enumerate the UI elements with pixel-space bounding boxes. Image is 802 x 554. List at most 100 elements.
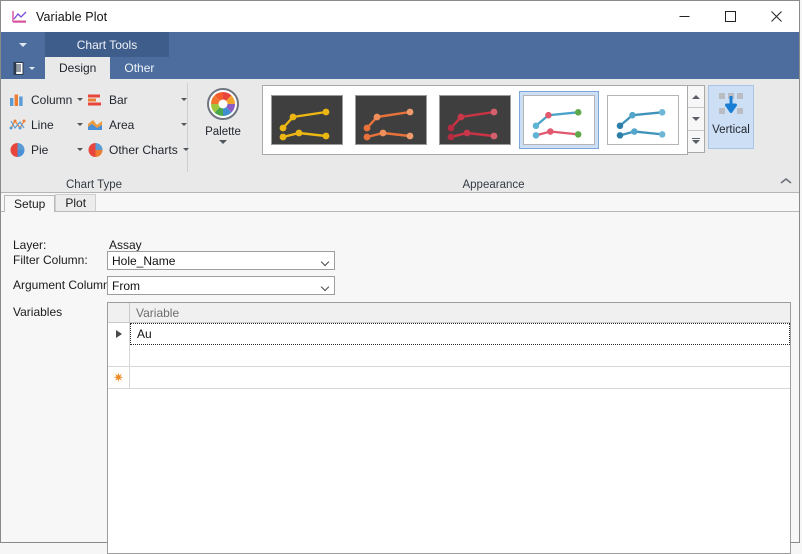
other-charts-icon: [87, 142, 104, 158]
chart-type-line[interactable]: Line: [7, 112, 85, 137]
variables-grid[interactable]: Variable Au ✷: [107, 302, 791, 554]
cell-variable[interactable]: [130, 345, 790, 366]
color-wheel-icon: [206, 87, 240, 124]
row-indicator: [108, 345, 130, 366]
grid-corner-cell: [108, 303, 130, 322]
gallery-scroll-up-button[interactable]: [688, 86, 704, 108]
appearance-gallery-wrap: [262, 85, 705, 155]
chart-type-column-label: Column: [31, 93, 72, 107]
chart-type-area-label: Area: [109, 118, 134, 132]
chart-type-buttons: Column Bar: [7, 87, 187, 162]
gallery-more-icon: [692, 138, 700, 144]
palette-button[interactable]: Palette: [196, 87, 250, 144]
table-row[interactable]: [108, 345, 790, 367]
chart-type-other-charts[interactable]: Other Charts: [85, 137, 189, 162]
chart-type-group-label: Chart Type: [1, 179, 187, 191]
chart-type-other-charts-label: Other Charts: [109, 143, 178, 157]
tab-setup[interactable]: Setup: [4, 195, 55, 212]
window-controls: [661, 1, 799, 32]
appearance-group-label: Appearance: [188, 179, 799, 191]
chevron-down-icon: [181, 98, 187, 101]
chart-type-bar[interactable]: Bar: [85, 87, 189, 112]
appearance-gallery: [262, 85, 688, 155]
argument-column-combobox[interactable]: From: [107, 276, 335, 295]
close-button[interactable]: [753, 1, 799, 32]
ribbon-tab-other-label: Other: [124, 61, 154, 75]
content-area: Setup Plot Layer: Assay Filter Column: H…: [1, 193, 799, 542]
vertical-orientation-icon: [717, 92, 745, 121]
chevron-down-icon: [181, 123, 187, 126]
column-chart-icon: [9, 92, 26, 108]
ribbon-tab-strip: Chart Tools Design Other: [1, 32, 799, 79]
tab-plot[interactable]: Plot: [55, 194, 96, 211]
filter-column-label: Filter Column:: [13, 253, 88, 267]
appearance-thumb-3-preview: [439, 95, 511, 145]
tab-setup-label: Setup: [14, 197, 45, 211]
filter-column-combobox[interactable]: Hole_Name: [107, 251, 335, 270]
quick-access-toolbar[interactable]: [1, 32, 45, 57]
chevron-down-icon: [77, 98, 83, 101]
cell-new-variable[interactable]: [130, 367, 790, 388]
current-row-arrow-icon: [108, 323, 130, 345]
gallery-more-button[interactable]: [688, 131, 704, 152]
quick-access-caret-icon: [19, 43, 27, 47]
chevron-down-icon: [77, 123, 83, 126]
filter-column-value: Hole_Name: [108, 254, 316, 268]
content-tab-strip: Setup Plot: [1, 193, 799, 212]
vertical-orientation-button[interactable]: Vertical: [708, 85, 754, 149]
table-row[interactable]: Au: [108, 323, 790, 345]
area-chart-icon: [87, 117, 104, 133]
appearance-thumb-4[interactable]: [519, 91, 599, 149]
title-bar: Variable Plot: [1, 1, 799, 32]
gallery-scroll-up-icon: [692, 95, 700, 99]
appearance-thumb-1[interactable]: [267, 91, 347, 149]
ribbon-tab-design[interactable]: Design: [45, 57, 110, 79]
ribbon-collapse-icon[interactable]: [779, 174, 793, 188]
file-menu-button[interactable]: [1, 57, 45, 79]
new-row[interactable]: ✷: [108, 367, 790, 389]
column-header-variable[interactable]: Variable: [130, 303, 790, 322]
chart-type-pie[interactable]: Pie: [7, 137, 85, 162]
variables-label: Variables: [13, 305, 62, 319]
ribbon-body: Column Bar: [1, 79, 799, 193]
chart-type-area[interactable]: Area: [85, 112, 189, 137]
appearance-thumb-5-preview: [607, 95, 679, 145]
chevron-down-icon: [77, 148, 83, 151]
argument-column-value: From: [108, 279, 316, 293]
setup-pane: Layer: Assay Filter Column: Hole_Name Ar…: [1, 212, 799, 542]
argument-column-label: Argument Column: [13, 278, 110, 292]
filter-column-dropdown-button[interactable]: [316, 252, 334, 269]
contextual-tab-label: Chart Tools: [45, 32, 169, 57]
gallery-scroll-down-button[interactable]: [688, 108, 704, 130]
appearance-thumb-3[interactable]: [435, 91, 515, 149]
appearance-thumb-4-preview: [523, 95, 595, 145]
chart-type-column[interactable]: Column: [7, 87, 85, 112]
layer-label: Layer:: [13, 238, 46, 252]
line-chart-icon: [9, 117, 26, 133]
chart-type-bar-label: Bar: [109, 93, 128, 107]
bar-chart-icon: [87, 92, 104, 108]
chevron-down-icon: [219, 140, 227, 144]
ribbon-group-chart-type: Column Bar: [1, 79, 187, 192]
cell-variable[interactable]: Au: [130, 323, 790, 345]
ribbon-group-appearance: Palette: [188, 79, 799, 192]
appearance-thumb-5[interactable]: [603, 91, 683, 149]
chevron-down-icon: [322, 259, 329, 263]
gallery-scrollbar[interactable]: [688, 85, 705, 153]
chart-type-pie-label: Pie: [31, 143, 48, 157]
ribbon-tab-design-label: Design: [59, 61, 96, 75]
chart-type-line-label: Line: [31, 118, 54, 132]
file-menu-caret-icon: [29, 67, 35, 70]
appearance-thumb-1-preview: [271, 95, 343, 145]
argument-column-dropdown-button[interactable]: [316, 277, 334, 294]
gallery-scroll-down-icon: [692, 117, 700, 121]
chevron-down-icon: [322, 284, 329, 288]
new-row-star-icon: ✷: [108, 367, 130, 388]
vertical-orientation-label: Vertical: [712, 124, 750, 136]
minimize-button[interactable]: [661, 1, 707, 32]
variable-plot-icon: [11, 9, 29, 25]
ribbon-tab-other[interactable]: Other: [110, 57, 168, 79]
maximize-button[interactable]: [707, 1, 753, 32]
layer-value: Assay: [109, 238, 142, 252]
appearance-thumb-2[interactable]: [351, 91, 431, 149]
